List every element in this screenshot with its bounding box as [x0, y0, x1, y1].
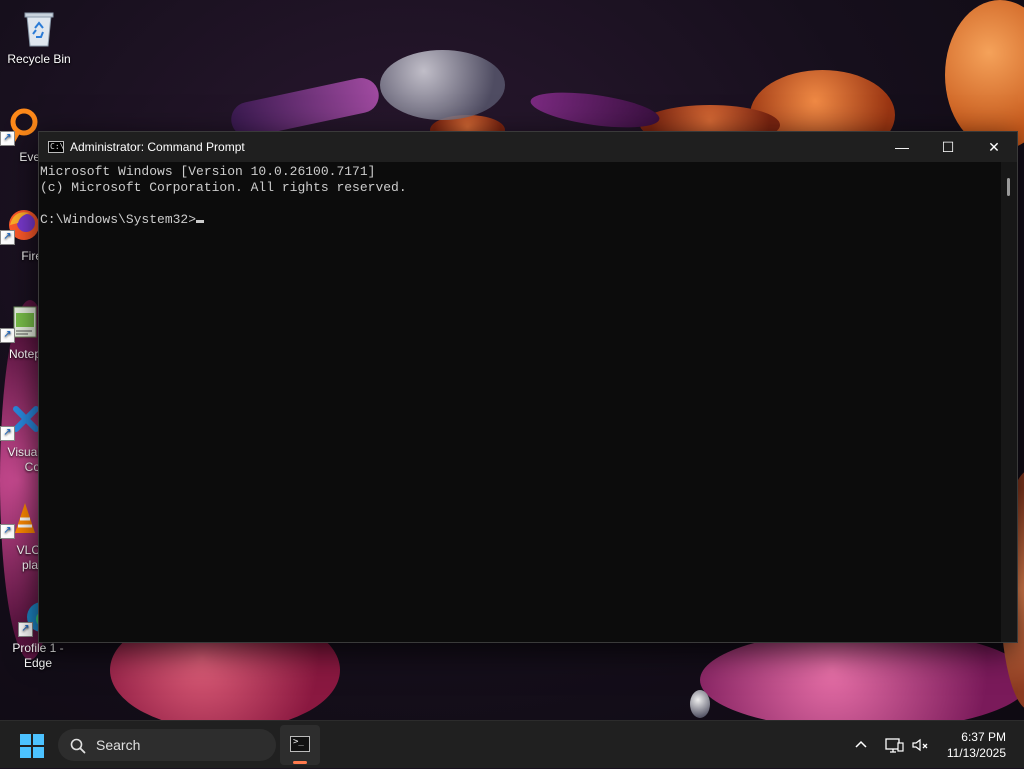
desktop-icon-label: Profile 1 -: [12, 641, 64, 655]
network-icon: [885, 738, 904, 753]
volume-muted-icon: [912, 738, 928, 752]
minimize-button[interactable]: —: [879, 132, 925, 162]
console-prompt-line[interactable]: C:\Windows\System32>: [40, 212, 1000, 228]
taskbar: Search >_ 6:37 PM 11/13/2025: [0, 720, 1024, 768]
recycle-bin-icon: [19, 8, 59, 48]
show-hidden-icons-button[interactable]: [852, 721, 870, 769]
taskbar-clock[interactable]: 6:37 PM 11/13/2025: [947, 729, 1006, 761]
taskbar-app-command-prompt[interactable]: >_: [280, 725, 320, 765]
clock-date: 11/13/2025: [946, 746, 1006, 760]
console-prompt: C:\Windows\System32>: [40, 212, 197, 227]
shortcut-arrow-icon: ↗: [0, 131, 15, 146]
desktop-icon-recycle-bin[interactable]: Recycle Bin: [1, 8, 77, 67]
firefox-icon: ↗: [0, 205, 40, 245]
title-bar[interactable]: C:\ Administrator: Command Prompt — ☐ ✕: [39, 132, 1017, 162]
start-button[interactable]: [20, 734, 44, 758]
everything-icon: ↗: [0, 106, 40, 146]
shortcut-arrow-icon: ↗: [0, 328, 15, 343]
window-title: Administrator: Command Prompt: [70, 140, 245, 154]
console-output[interactable]: Microsoft Windows [Version 10.0.26100.71…: [39, 162, 1001, 642]
shortcut-arrow-icon: ↗: [0, 426, 15, 441]
cmd-app-icon: C:\: [48, 141, 65, 153]
shortcut-arrow-icon: ↗: [0, 524, 15, 539]
console-line: (c) Microsoft Corporation. All rights re…: [40, 180, 407, 195]
search-label: Search: [96, 737, 141, 753]
search-icon: [70, 738, 86, 754]
console-line: Microsoft Windows [Version 10.0.26100.71…: [40, 164, 376, 179]
vlc-icon: ↗: [0, 499, 40, 539]
vscode-icon: ↗: [0, 401, 40, 441]
vertical-scrollbar[interactable]: [1001, 162, 1017, 642]
shortcut-arrow-icon: ↗: [18, 622, 33, 637]
active-app-indicator: [293, 761, 307, 764]
scrollbar-thumb[interactable]: [1007, 178, 1010, 196]
volume-button[interactable]: [910, 721, 930, 769]
notepad-icon: ↗: [0, 303, 40, 343]
command-prompt-window[interactable]: C:\ Administrator: Command Prompt — ☐ ✕ …: [38, 131, 1018, 643]
desktop-icon-label: Recycle Bin: [7, 52, 71, 66]
maximize-button[interactable]: ☐: [925, 132, 971, 162]
text-cursor: [196, 220, 205, 223]
windows-logo-icon: [20, 734, 31, 745]
shortcut-arrow-icon: ↗: [0, 230, 15, 245]
close-button[interactable]: ✕: [971, 132, 1017, 162]
chevron-up-icon: [855, 740, 867, 748]
desktop-icon-label-line2: Edge: [23, 656, 53, 670]
clock-time: 6:37 PM: [961, 730, 1006, 744]
network-status-button[interactable]: [884, 721, 904, 769]
taskbar-search-box[interactable]: Search: [58, 729, 276, 761]
terminal-icon: >_: [290, 736, 310, 752]
